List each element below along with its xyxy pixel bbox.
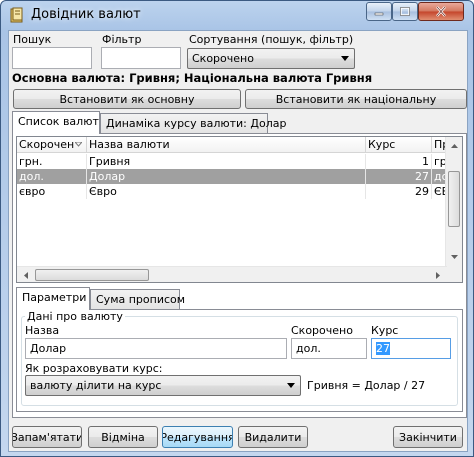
- minimize-icon: [374, 12, 384, 15]
- tab-parameters[interactable]: Параметри: [16, 287, 90, 310]
- search-label: Пошук: [13, 33, 52, 46]
- vertical-scrollbar[interactable]: [445, 137, 462, 266]
- chevron-down-icon: [287, 383, 295, 388]
- name-field[interactable]: Долар: [25, 338, 287, 359]
- cell-short: євро: [17, 184, 87, 199]
- currency-dictionary-window: Довідник валют Пошук Фільтр Сортування (…: [0, 0, 474, 457]
- scroll-up-icon[interactable]: [447, 139, 462, 153]
- cell-rate: 1: [366, 154, 432, 169]
- close-button[interactable]: [418, 2, 464, 21]
- vertical-scroll-thumb[interactable]: [448, 171, 460, 227]
- parameters-panel: Дані про валюту Назва Долар Скорочено до…: [16, 309, 463, 412]
- title-bar[interactable]: Довідник валют: [1, 1, 473, 30]
- calc-method-label: Як розраховувати курс:: [25, 362, 163, 375]
- edit-button[interactable]: Редагування: [162, 426, 233, 448]
- cell-name: Долар: [87, 169, 366, 184]
- filter-label: Фільтр: [102, 33, 142, 46]
- set-base-button[interactable]: Встановити як основну: [13, 89, 241, 109]
- horizontal-scroll-thumb[interactable]: [35, 269, 149, 281]
- column-header-name[interactable]: Назва валюти: [87, 137, 366, 153]
- remember-button[interactable]: Запам'ятати: [12, 426, 82, 448]
- maximize-icon: [400, 7, 410, 16]
- filter-input[interactable]: [101, 47, 181, 69]
- name-label: Назва: [25, 324, 60, 337]
- chevron-down-icon: [341, 56, 349, 61]
- rate-formula: Гривня = Долар / 27: [307, 379, 426, 392]
- table-row[interactable]: євро Євро 29 ЄВ: [17, 184, 462, 199]
- currency-grid: Скорочен Назва валюти Курс Пр грн. Гривн…: [16, 136, 463, 283]
- sort-label: Сортування (пошук, фільтр) по ...: [189, 33, 357, 46]
- tab-currency-list[interactable]: Список валют: [12, 111, 100, 134]
- scroll-corner: [447, 266, 462, 282]
- table-row[interactable]: грн. Гривня 1 гр: [17, 154, 462, 169]
- cancel-button[interactable]: Відміна: [88, 426, 158, 448]
- table-row-selected[interactable]: дол. Долар 27 до: [17, 169, 462, 184]
- base-currency-text: Основна валюта: Гривня; Національна валю…: [12, 71, 373, 85]
- scroll-down-icon[interactable]: [447, 250, 462, 264]
- grid-header: Скорочен Назва валюти Курс Пр: [17, 137, 462, 153]
- cell-short: грн.: [17, 154, 87, 169]
- finish-button[interactable]: Закінчити: [393, 426, 463, 448]
- cell-name: Гривня: [87, 154, 366, 169]
- rate-field-value: 27: [376, 342, 390, 355]
- scroll-left-icon[interactable]: [19, 268, 33, 283]
- tab-amount-in-words[interactable]: Сума прописом: [90, 289, 185, 310]
- scroll-right-icon[interactable]: [431, 268, 445, 283]
- close-icon: [436, 6, 446, 17]
- rate-label: Курс: [371, 324, 399, 337]
- cell-name: Євро: [87, 184, 366, 199]
- currency-data-legend: Дані про валюту: [25, 310, 125, 323]
- rate-field[interactable]: 27: [371, 338, 451, 359]
- client-area: Пошук Фільтр Сортування (пошук, фільтр) …: [8, 30, 468, 452]
- short-field[interactable]: дол.: [291, 338, 367, 359]
- column-header-rate[interactable]: Курс: [366, 137, 432, 153]
- set-national-button[interactable]: Встановити як національну: [245, 89, 467, 109]
- maximize-button[interactable]: [392, 2, 418, 21]
- cell-rate: 27: [366, 169, 432, 184]
- column-header-short-label: Скорочен: [19, 138, 75, 151]
- cell-short: дол.: [17, 169, 87, 184]
- sort-select[interactable]: Скорочено: [187, 48, 355, 69]
- sort-select-value: Скорочено: [192, 52, 254, 65]
- delete-button[interactable]: Видалити: [238, 426, 308, 448]
- minimize-button[interactable]: [366, 2, 392, 21]
- horizontal-scrollbar[interactable]: [17, 266, 447, 283]
- window-title: Довідник валют: [31, 7, 141, 22]
- column-header-short[interactable]: Скорочен: [17, 137, 87, 153]
- search-input[interactable]: [12, 47, 92, 69]
- cell-rate: 29: [366, 184, 432, 199]
- sort-arrow-icon: [75, 142, 82, 147]
- tab-rate-dynamics[interactable]: Динаміка курсу валюти: Долар: [100, 113, 286, 134]
- currency-list-panel: Скорочен Назва валюти Курс Пр грн. Гривн…: [12, 133, 467, 418]
- short-label: Скорочено: [291, 324, 353, 337]
- calc-method-value: валюту ділити на курс: [30, 379, 162, 392]
- app-icon: [9, 7, 25, 23]
- calc-method-select[interactable]: валюту ділити на курс: [25, 375, 301, 396]
